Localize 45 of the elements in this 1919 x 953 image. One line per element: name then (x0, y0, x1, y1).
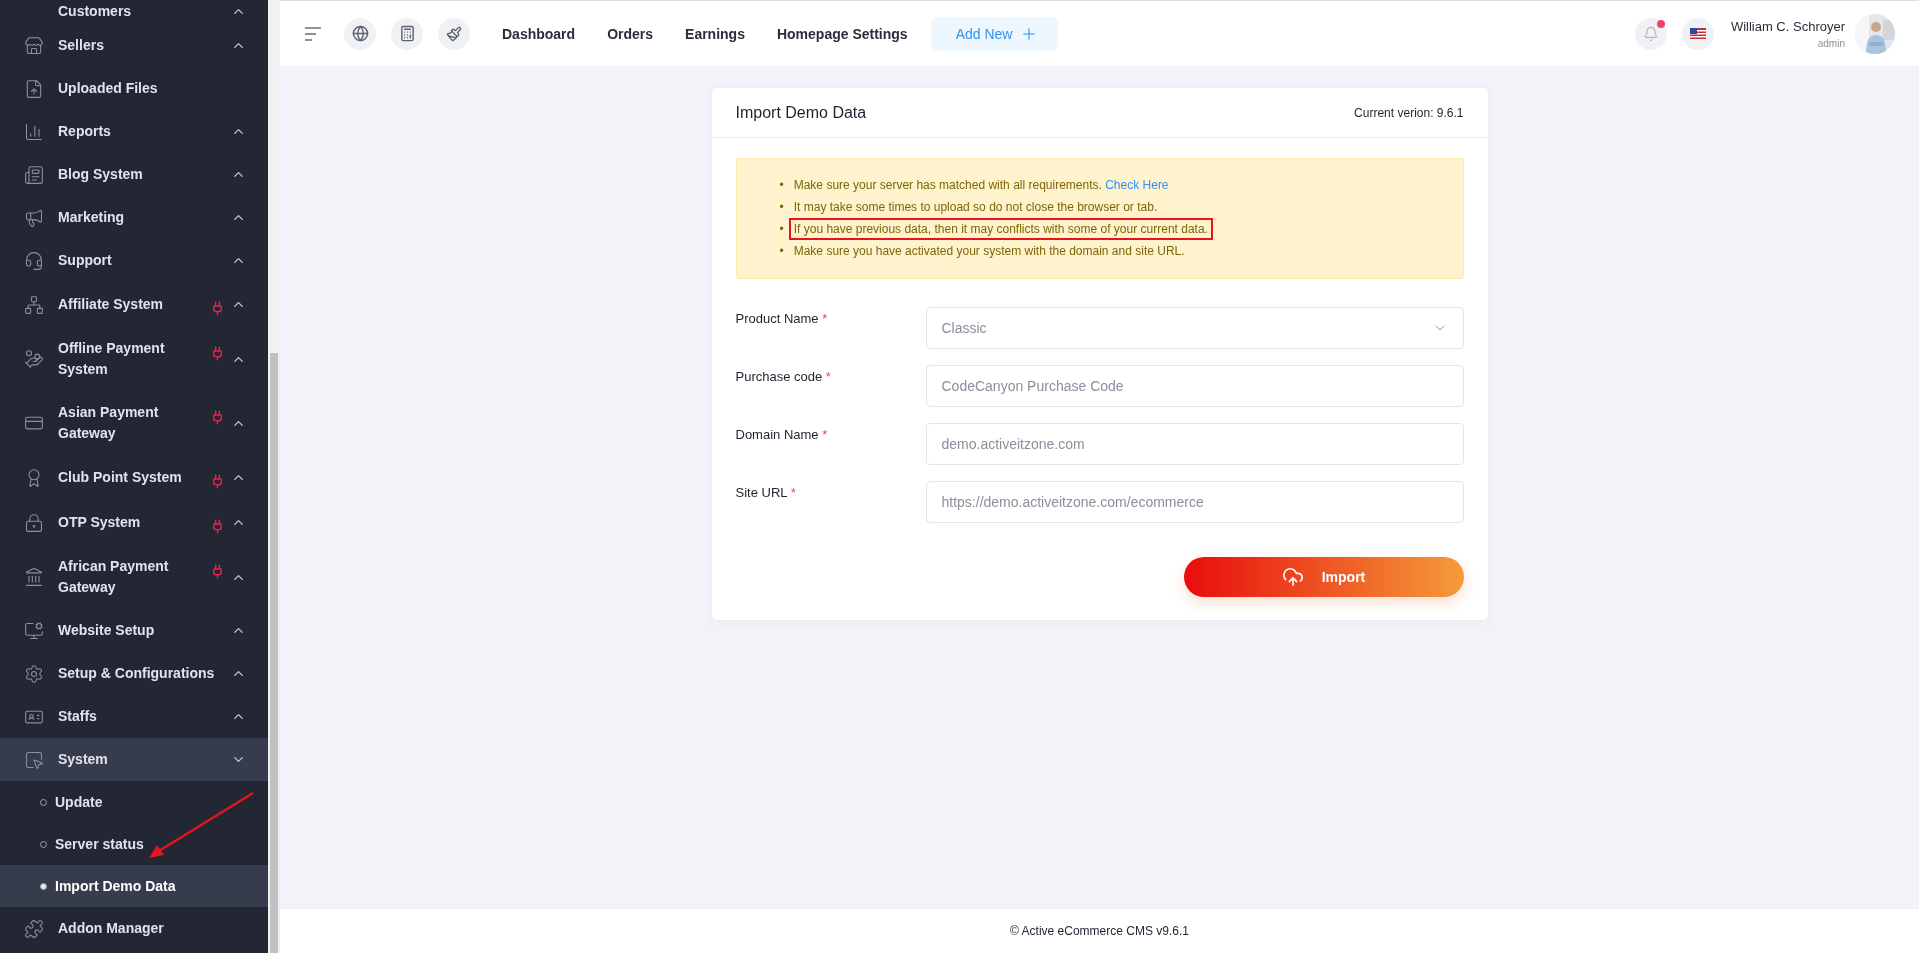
sidebar-item[interactable]: Club Point System (0, 455, 268, 500)
bullet: • (779, 221, 784, 238)
input-field[interactable]: CodeCanyon Purchase Code (925, 365, 1464, 407)
sidebar-item[interactable]: Reports (0, 110, 268, 153)
sidebar-item[interactable]: Offline Payment System (0, 327, 268, 391)
field-label: Purchase code * (735, 368, 832, 386)
sidebar-item[interactable]: Asian Payment Gateway (0, 391, 268, 455)
sidebar-item[interactable]: Staffs (0, 695, 268, 738)
sidebar-item[interactable]: Marketing (0, 196, 268, 239)
card-title: Import Demo Data (735, 103, 867, 122)
notice-text: Make sure you have activated your system with the domain and site URL. (792, 243, 1186, 260)
user-role: admin (1817, 37, 1845, 49)
nav-link[interactable]: Homepage Settings (776, 25, 908, 42)
user-name: William C. Schroyer (1730, 18, 1845, 34)
nav-link[interactable]: Orders (607, 25, 654, 42)
submenu-item[interactable]: Server status (0, 823, 268, 865)
field-label: Domain Name * (735, 426, 829, 444)
highlighted-notice: If you have previous data, then it may conflicts with some of your current data. (788, 218, 1213, 240)
bullet: • (779, 199, 784, 216)
bullet: • (779, 177, 784, 194)
sidebar-item[interactable]: Support (0, 239, 268, 282)
sidebar-item[interactable]: Uploaded Files (0, 67, 268, 110)
submenu-item[interactable]: Import Demo Data (0, 865, 268, 907)
notice-text: It may take some times to upload so do not close the browser or tab. (792, 199, 1159, 216)
sidebar-item[interactable]: Addon Manager (0, 907, 268, 950)
version-text: Current verion: 9.6.1 (1354, 105, 1464, 120)
bullet: • (779, 243, 784, 260)
field-label: Product Name * (735, 310, 829, 328)
sidebar-item[interactable]: Affiliate System (0, 282, 268, 327)
nav-link[interactable]: Dashboard (502, 25, 576, 42)
sidebar-item[interactable]: African Payment Gateway (0, 545, 268, 609)
sidebar-item[interactable]: System (0, 738, 268, 781)
sidebar-item[interactable]: OTP System (0, 500, 268, 545)
notice-text: Make sure your server has matched with all requirements. Check Here (792, 177, 1170, 194)
sidebar-item[interactable]: Blog System (0, 153, 268, 196)
sidebar-item[interactable]: Setup & Configurations (0, 652, 268, 695)
submenu-item[interactable]: Update (0, 781, 268, 823)
field-label: Site URL * (735, 484, 797, 502)
input-field[interactable]: demo.activeitzone.com (925, 423, 1464, 465)
sidebar-item[interactable]: Customers (0, 0, 268, 24)
nav-link[interactable]: Earnings (685, 25, 745, 42)
sidebar-item[interactable]: Website Setup (0, 609, 268, 652)
footer-text: © Active eCommerce CMS v9.6.1 (1010, 924, 1189, 938)
sidebar-item[interactable]: Sellers (0, 24, 268, 67)
input-field[interactable]: https://demo.activeitzone.com/ecommerce (925, 481, 1464, 523)
